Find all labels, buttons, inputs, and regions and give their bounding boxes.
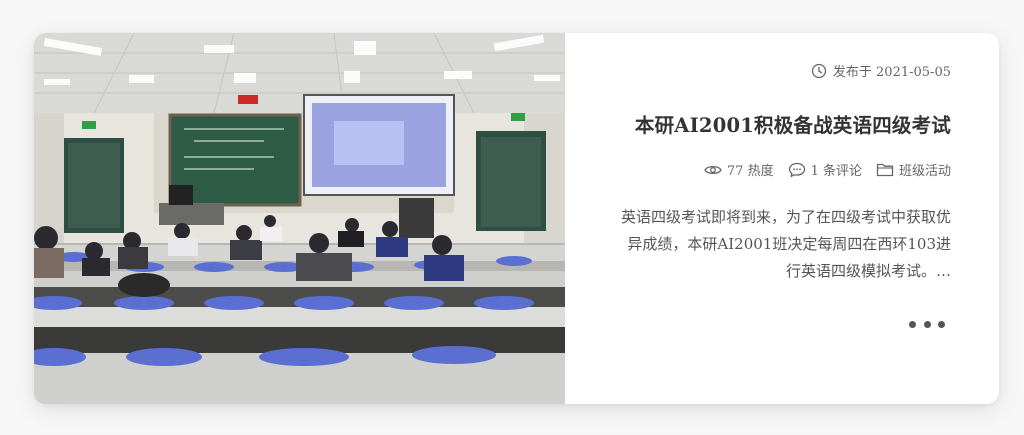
post-card[interactable]: 发布于 2021-05-05 本研AI2001积极备战英语四级考试 77 热度 … [34, 33, 999, 404]
views-stat: 77 热度 [704, 160, 774, 179]
publish-date-text: 发布于 2021-05-05 [832, 65, 951, 80]
views-count: 77 热度 [726, 164, 774, 179]
comments-count: 1 条评论 [810, 164, 862, 179]
post-meta: 77 热度 1 条评论 班级活动 [704, 160, 951, 179]
post-title[interactable]: 本研AI2001积极备战英语四级考试 [635, 109, 951, 138]
post-thumbnail[interactable] [34, 33, 565, 404]
category-link[interactable]: 班级活动 [876, 160, 951, 179]
publish-date: 发布于 2021-05-05 [811, 61, 951, 80]
category-name: 班级活动 [898, 164, 951, 179]
more-dot [909, 320, 916, 328]
more-dot [938, 320, 945, 328]
post-content: 发布于 2021-05-05 本研AI2001积极备战英语四级考试 77 热度 … [565, 33, 999, 404]
post-excerpt: 英语四级考试即将到来，为了在四级考试中获取优异成绩，本研AI2001班决定每周四… [620, 208, 951, 280]
eye-icon [704, 163, 722, 177]
comments-link[interactable]: 1 条评论 [788, 160, 862, 179]
more-options-button[interactable] [909, 317, 945, 331]
clock-icon [811, 63, 827, 79]
more-dot [923, 320, 931, 328]
folder-icon [876, 162, 894, 177]
comment-icon [788, 162, 806, 178]
